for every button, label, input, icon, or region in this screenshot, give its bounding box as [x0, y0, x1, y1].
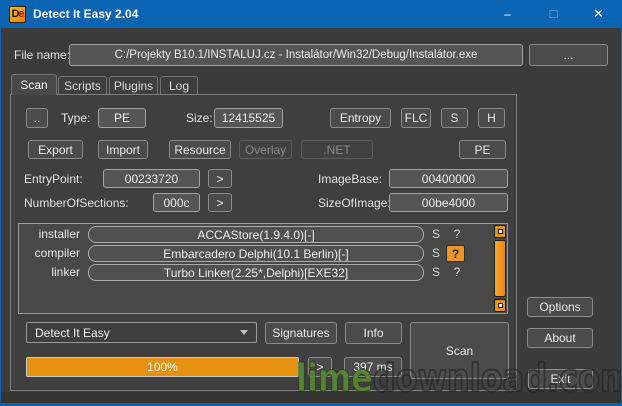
exit-button[interactable]: Exit	[528, 369, 593, 389]
detection-kind-label: compiler	[22, 245, 80, 262]
chevron-down-icon	[240, 330, 248, 335]
entrypoint-value-button[interactable]: 00233720	[103, 169, 200, 188]
close-button[interactable]: ✕	[575, 0, 622, 28]
info-link[interactable]: ?	[450, 264, 464, 281]
about-button[interactable]: About	[527, 328, 593, 348]
combo-selected-value: Detect It Easy	[35, 326, 110, 340]
scan-time-badge: 397 ms	[344, 357, 402, 377]
tab-plugins[interactable]: Plugins	[109, 76, 158, 95]
tab-log[interactable]: Log	[160, 76, 198, 95]
minimize-icon: –	[504, 7, 511, 21]
detection-result-button[interactable]: ACCAStore(1.9.4.0)[-]	[88, 226, 424, 243]
app-window: De Detect It Easy 2.04 – □ ✕ File name: …	[0, 0, 622, 406]
info-link-highlighted[interactable]: ?	[446, 245, 465, 262]
signatures-button[interactable]: Signatures	[265, 322, 337, 344]
progress-value: 100%	[147, 360, 178, 374]
type-value-button[interactable]: PE	[98, 108, 146, 128]
signature-link[interactable]: S	[429, 245, 443, 262]
tab-scan[interactable]: Scan	[11, 74, 57, 95]
imagebase-label: ImageBase:	[318, 170, 382, 189]
size-label: Size:	[186, 109, 213, 128]
maximize-icon: □	[550, 6, 558, 21]
signature-link[interactable]: S	[429, 226, 443, 243]
browse-button[interactable]: ...	[529, 44, 608, 66]
list-scrollbar[interactable]	[494, 225, 504, 312]
detection-result-button[interactable]: Turbo Linker(2.25*,Delphi)[EXE32]	[88, 264, 424, 281]
import-button[interactable]: Import	[98, 140, 148, 159]
info-link[interactable]: ?	[450, 226, 464, 243]
detection-list: installer ACCAStore(1.9.4.0)[-] S ? comp…	[18, 223, 508, 314]
pe-button[interactable]: PE	[459, 140, 506, 159]
hex-button[interactable]: H	[478, 108, 505, 128]
sections-value-button[interactable]: 000c	[153, 193, 200, 212]
size-value-button[interactable]: 12415525	[214, 108, 283, 128]
export-button[interactable]: Export	[28, 140, 83, 159]
window-title: Detect It Easy 2.04	[33, 0, 138, 28]
detection-kind-label: linker	[22, 264, 80, 281]
options-button[interactable]: Options	[527, 297, 593, 317]
scrollbar-down-button[interactable]	[494, 299, 506, 312]
title-bar: De Detect It Easy 2.04 – □ ✕	[1, 0, 621, 28]
progress-bar: 100%	[26, 357, 299, 377]
scrollbar-up-icon	[499, 230, 502, 233]
file-path-field[interactable]: C:/Projekty B10.1/INSTALUJ.cz - Instalát…	[69, 44, 523, 66]
scrollbar-up-button[interactable]	[494, 225, 506, 238]
entropy-button[interactable]: Entropy	[330, 108, 391, 128]
info-button[interactable]: Info	[345, 322, 402, 344]
minimize-button[interactable]: –	[484, 0, 531, 28]
sizeofimage-value-button[interactable]: 00be4000	[389, 193, 508, 212]
type-label: Type:	[61, 109, 90, 128]
scan-button[interactable]: Scan	[410, 322, 509, 379]
database-combo[interactable]: Detect It Easy	[26, 322, 257, 343]
scrollbar-thumb[interactable]	[494, 240, 506, 297]
detection-result-button[interactable]: Embarcadero Delphi(10.1 Berlin)[-]	[88, 245, 424, 262]
bottom-band	[1, 392, 621, 403]
resource-button[interactable]: Resource	[169, 140, 231, 159]
detection-kind-label: installer	[22, 226, 80, 243]
sizeofimage-label: SizeOfImage:	[318, 194, 391, 213]
entrypoint-goto-button[interactable]: >	[208, 169, 232, 188]
tab-scripts[interactable]: Scripts	[58, 76, 107, 95]
maximize-button[interactable]: □	[530, 0, 577, 28]
dotnet-button: .NET	[301, 140, 373, 159]
imagebase-value-button[interactable]: 00400000	[389, 169, 508, 188]
signature-link[interactable]: S	[429, 264, 443, 281]
parent-dir-button[interactable]: ..	[26, 108, 48, 128]
app-icon: De	[9, 6, 26, 23]
strings-button[interactable]: S	[441, 108, 468, 128]
sections-goto-button[interactable]: >	[208, 193, 232, 212]
entrypoint-label: EntryPoint:	[24, 170, 83, 189]
overlay-button: Overlay	[239, 140, 292, 159]
flc-button[interactable]: FLC	[401, 108, 431, 128]
more-button[interactable]: >	[308, 357, 332, 377]
file-name-label: File name:	[14, 46, 70, 65]
close-icon: ✕	[593, 6, 604, 21]
scrollbar-down-icon	[499, 304, 502, 307]
sections-label: NumberOfSections:	[24, 194, 129, 213]
